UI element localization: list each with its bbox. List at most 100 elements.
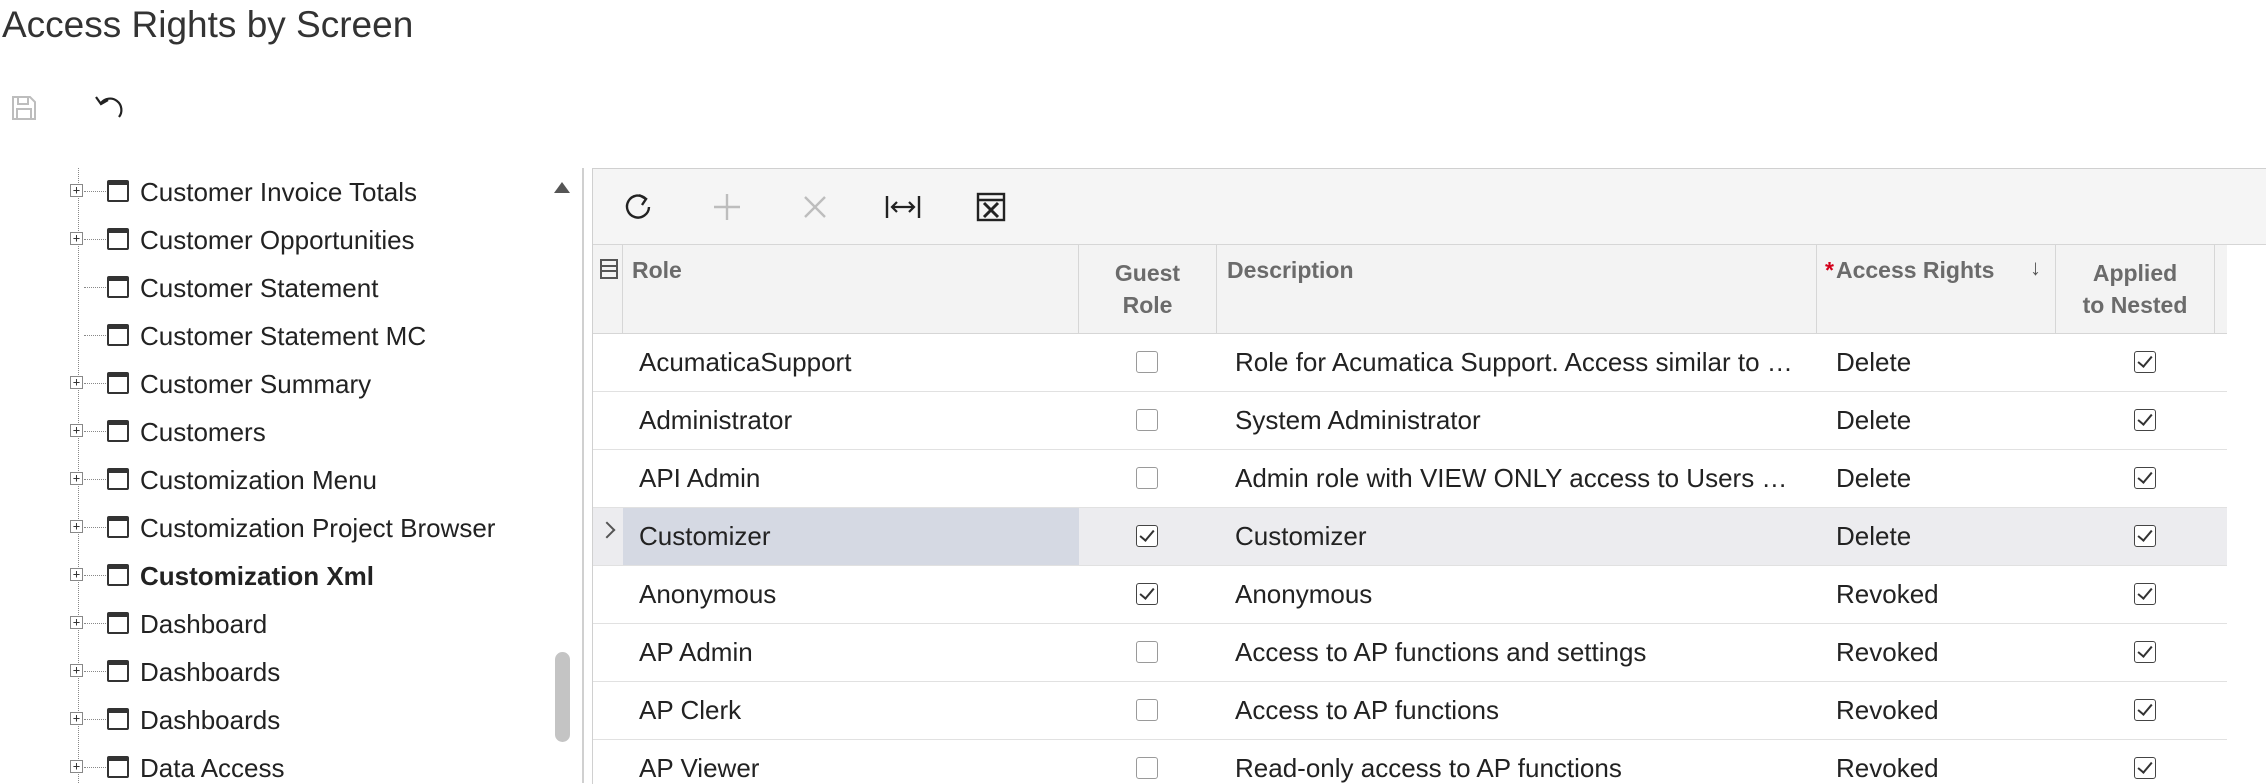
tree-item[interactable]: + Customer Summary xyxy=(0,360,540,408)
tree-scrollbar[interactable] xyxy=(554,168,578,783)
tree-item-label: Dashboards xyxy=(140,657,281,687)
applied-to-nested-checkbox[interactable] xyxy=(2134,409,2156,431)
table-row[interactable]: AP Viewer Read-only access to AP function… xyxy=(593,740,2227,784)
column-header-guest-role[interactable]: Guest Role xyxy=(1079,245,1217,333)
table-row[interactable]: AcumaticaSupport Role for Acumatica Suppo… xyxy=(593,334,2227,392)
expand-icon[interactable]: + xyxy=(70,520,83,533)
expand-icon[interactable]: + xyxy=(70,616,83,629)
description-cell[interactable]: Access to AP functions and settings xyxy=(1235,624,1805,681)
guest-role-checkbox[interactable] xyxy=(1136,467,1158,489)
applied-to-nested-checkbox[interactable] xyxy=(2134,641,2156,663)
applied-to-nested-checkbox[interactable] xyxy=(2134,351,2156,373)
undo-button[interactable] xyxy=(90,88,130,128)
screen-icon xyxy=(107,708,129,730)
tree-item[interactable]: + Data Access xyxy=(0,744,540,783)
guest-role-checkbox[interactable] xyxy=(1136,525,1158,547)
export-excel-button[interactable] xyxy=(967,183,1015,231)
description-cell[interactable]: Role for Acumatica Support. Access simil… xyxy=(1235,334,1805,391)
role-cell[interactable]: API Admin xyxy=(623,450,1079,507)
guest-role-checkbox[interactable] xyxy=(1136,583,1158,605)
expand-icon[interactable]: + xyxy=(70,712,83,725)
tree-item[interactable]: Customer Statement MC xyxy=(0,312,540,360)
access-rights-cell[interactable]: Revoked xyxy=(1836,566,2046,623)
tree-item[interactable]: + Customer Invoice Totals xyxy=(0,168,540,216)
column-header-access-rights[interactable]: *Access Rights ↓ xyxy=(1817,245,2056,333)
applied-to-nested-checkbox[interactable] xyxy=(2134,699,2156,721)
screen-icon xyxy=(107,180,129,202)
description-cell[interactable]: System Administrator xyxy=(1235,392,1805,449)
guest-role-checkbox[interactable] xyxy=(1136,351,1158,373)
access-rights-cell[interactable]: Delete xyxy=(1836,450,2046,507)
sort-descending-icon[interactable]: ↓ xyxy=(2030,255,2041,281)
tree-item-label: Customization Project Browser xyxy=(140,513,496,543)
description-cell[interactable]: Admin role with VIEW ONLY access to User… xyxy=(1235,450,1805,507)
role-cell[interactable]: Anonymous xyxy=(623,566,1079,623)
guest-role-checkbox[interactable] xyxy=(1136,757,1158,779)
expand-icon[interactable]: + xyxy=(70,424,83,437)
role-cell[interactable]: AcumaticaSupport xyxy=(623,334,1079,391)
expand-icon[interactable]: + xyxy=(70,568,83,581)
tree-item[interactable]: + Customization Xml xyxy=(0,552,540,600)
description-cell[interactable]: Read-only access to AP functions xyxy=(1235,740,1805,784)
column-settings-cell[interactable] xyxy=(593,245,623,333)
role-cell[interactable]: AP Admin xyxy=(623,624,1079,681)
applied-to-nested-checkbox[interactable] xyxy=(2134,583,2156,605)
table-row[interactable]: API Admin Admin role with VIEW ONLY acces… xyxy=(593,450,2227,508)
tree-item[interactable]: + Customization Menu xyxy=(0,456,540,504)
expand-icon[interactable]: + xyxy=(70,232,83,245)
description-cell[interactable]: Customizer xyxy=(1235,508,1805,565)
screen-icon xyxy=(107,756,129,778)
column-header-role[interactable]: Role xyxy=(623,245,1079,333)
table-row[interactable]: Customizer Customizer Delete xyxy=(593,508,2227,566)
screen-icon xyxy=(107,564,129,586)
refresh-button[interactable] xyxy=(615,183,663,231)
table-row[interactable]: AP Clerk Access to AP functions Revoked xyxy=(593,682,2227,740)
table-row[interactable]: Administrator System Administrator Delete xyxy=(593,392,2227,450)
description-cell[interactable]: Anonymous xyxy=(1235,566,1805,623)
role-cell[interactable]: Administrator xyxy=(623,392,1079,449)
fit-columns-button[interactable] xyxy=(879,183,927,231)
column-header-applied-to-nested[interactable]: Applied to Nested xyxy=(2056,245,2215,333)
role-cell[interactable]: AP Viewer xyxy=(623,740,1079,784)
access-rights-cell[interactable]: Delete xyxy=(1836,508,2046,565)
description-cell[interactable]: Access to AP functions xyxy=(1235,682,1805,739)
screen-icon xyxy=(107,324,129,346)
expand-icon[interactable]: + xyxy=(70,184,83,197)
tree-item-label: Customer Invoice Totals xyxy=(140,177,417,207)
tree-item-label: Customer Statement xyxy=(140,273,379,303)
access-rights-cell[interactable]: Delete xyxy=(1836,334,2046,391)
applied-to-nested-checkbox[interactable] xyxy=(2134,525,2156,547)
delete-row-button[interactable] xyxy=(791,183,839,231)
tree-item[interactable]: + Dashboard xyxy=(0,600,540,648)
applied-to-nested-checkbox[interactable] xyxy=(2134,467,2156,489)
save-button[interactable] xyxy=(4,88,44,128)
tree-item[interactable]: + Customers xyxy=(0,408,540,456)
table-row[interactable]: AP Admin Access to AP functions and setti… xyxy=(593,624,2227,682)
guest-role-checkbox[interactable] xyxy=(1136,641,1158,663)
access-rights-cell[interactable]: Revoked xyxy=(1836,682,2046,739)
column-header-description[interactable]: Description xyxy=(1217,245,1817,333)
expand-icon[interactable]: + xyxy=(70,760,83,773)
tree-item[interactable]: + Dashboards xyxy=(0,696,540,744)
access-rights-cell[interactable]: Delete xyxy=(1836,392,2046,449)
tree-connector xyxy=(84,431,106,432)
expand-icon[interactable]: + xyxy=(70,472,83,485)
tree-item[interactable]: Customer Statement xyxy=(0,264,540,312)
scroll-thumb[interactable] xyxy=(555,652,570,742)
guest-role-checkbox[interactable] xyxy=(1136,699,1158,721)
table-row[interactable]: Anonymous Anonymous Revoked xyxy=(593,566,2227,624)
access-rights-cell[interactable]: Revoked xyxy=(1836,740,2046,784)
expand-icon[interactable]: + xyxy=(70,376,83,389)
tree-item[interactable]: + Dashboards xyxy=(0,648,540,696)
tree-item[interactable]: + Customer Opportunities xyxy=(0,216,540,264)
add-row-button[interactable] xyxy=(703,183,751,231)
role-cell[interactable]: Customizer xyxy=(623,508,1079,565)
screen-icon xyxy=(107,516,129,538)
applied-to-nested-checkbox[interactable] xyxy=(2134,757,2156,779)
role-cell[interactable]: AP Clerk xyxy=(623,682,1079,739)
expand-icon[interactable]: + xyxy=(70,664,83,677)
scroll-up-icon[interactable] xyxy=(554,182,570,193)
tree-item[interactable]: + Customization Project Browser xyxy=(0,504,540,552)
guest-role-checkbox[interactable] xyxy=(1136,409,1158,431)
access-rights-cell[interactable]: Revoked xyxy=(1836,624,2046,681)
